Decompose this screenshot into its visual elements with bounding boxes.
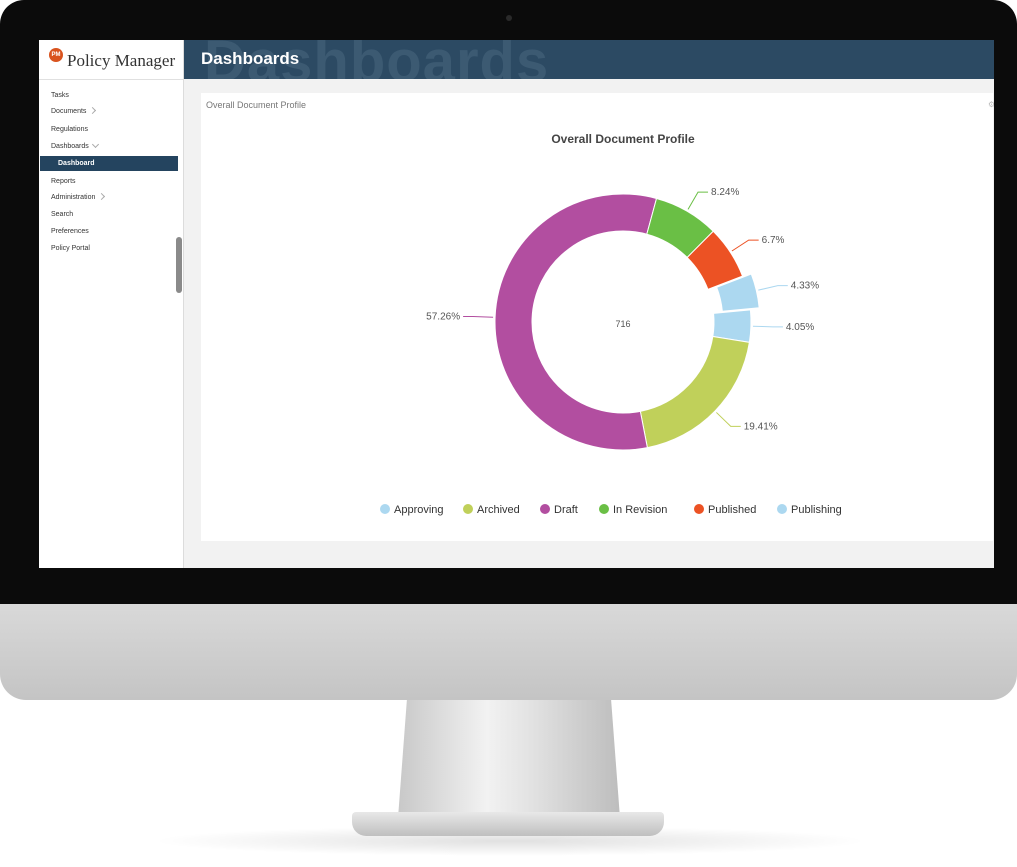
sidebar-item-dashboards[interactable]: Dashboards: [51, 140, 99, 150]
sidebar-item-administration[interactable]: Administration: [51, 192, 106, 201]
leader-line: [687, 191, 709, 210]
camera-dot: [506, 15, 512, 21]
slice-value-label: 19.41%: [744, 421, 778, 432]
legend-label: In Revision: [613, 504, 667, 516]
donut-chart: Overall Document Profile 4.05% 19.41% 57.2…: [380, 132, 842, 516]
donut-slice-draft[interactable]: [494, 193, 658, 451]
page-header: Dashboards Dashboards: [184, 40, 994, 79]
legend-item-draft[interactable]: Draft: [540, 504, 578, 516]
chevron-right-icon: [89, 106, 97, 115]
leader-line: [752, 325, 783, 328]
sidebar-scrollbar[interactable]: [176, 237, 182, 293]
monitor-chin: [0, 604, 1017, 700]
sidebar-item-reports[interactable]: Reports: [51, 178, 76, 185]
legend-item-publishing[interactable]: Publishing: [777, 504, 842, 516]
legend-item-published[interactable]: Published: [694, 504, 756, 516]
legend-label: Publishing: [791, 504, 842, 516]
page-title: Dashboards: [201, 49, 300, 68]
dashboard-panel: Overall Document Profile ⚙ Overall Docum…: [201, 93, 994, 541]
legend-item-in-revision[interactable]: In Revision: [599, 504, 667, 516]
legend-label: Approving: [394, 504, 444, 516]
sidebar-item-tasks[interactable]: Tasks: [51, 92, 69, 99]
legend-swatch: [777, 504, 787, 514]
legend-swatch: [599, 504, 609, 514]
legend-swatch: [694, 504, 704, 514]
monitor-stand-base: [352, 812, 664, 836]
sidebar-item-policy-portal[interactable]: Policy Portal: [51, 245, 90, 252]
leader-line: [731, 239, 759, 252]
chart-title: Overall Document Profile: [551, 132, 695, 146]
sidebar-item-dashboard[interactable]: Dashboard: [40, 156, 178, 171]
legend-swatch: [463, 504, 473, 514]
legend-swatch: [540, 504, 550, 514]
chevron-down-icon: [91, 140, 99, 149]
app-name: Policy Manager: [67, 51, 176, 70]
legend-label: Archived: [477, 504, 520, 516]
sidebar-item-preferences[interactable]: Preferences: [51, 228, 89, 235]
sidebar-item-documents[interactable]: Documents: [51, 106, 97, 115]
legend-swatch: [380, 504, 390, 514]
app-screen: PM Policy Manager Tasks Documents Regula…: [39, 40, 994, 568]
legend-item-approving[interactable]: Approving: [380, 504, 444, 516]
slice-value-label: 4.05%: [786, 322, 814, 333]
slice-value-label: 6.7%: [762, 235, 785, 246]
sidebar-item-regulations[interactable]: Regulations: [51, 126, 88, 133]
logo-icon: PM: [49, 48, 63, 62]
legend-label: Published: [708, 504, 756, 516]
leader-line: [758, 285, 788, 291]
sidebar-item-search[interactable]: Search: [51, 211, 73, 218]
chart-center-total: 716: [615, 319, 630, 329]
leader-line: [716, 412, 741, 427]
chevron-right-icon: [98, 192, 106, 201]
legend-item-archived[interactable]: Archived: [463, 504, 520, 516]
slice-value-label: 57.26%: [426, 312, 460, 323]
slice-value-label: 8.24%: [711, 187, 739, 198]
monitor-stand: [398, 700, 620, 818]
leader-line: [463, 316, 494, 318]
slice-value-label: 4.33%: [791, 281, 819, 292]
donut-slice-archived[interactable]: [639, 335, 750, 449]
brand[interactable]: PM Policy Manager: [39, 40, 183, 80]
legend-label: Draft: [554, 504, 578, 516]
sidebar: PM Policy Manager Tasks Documents Regula…: [39, 40, 184, 568]
